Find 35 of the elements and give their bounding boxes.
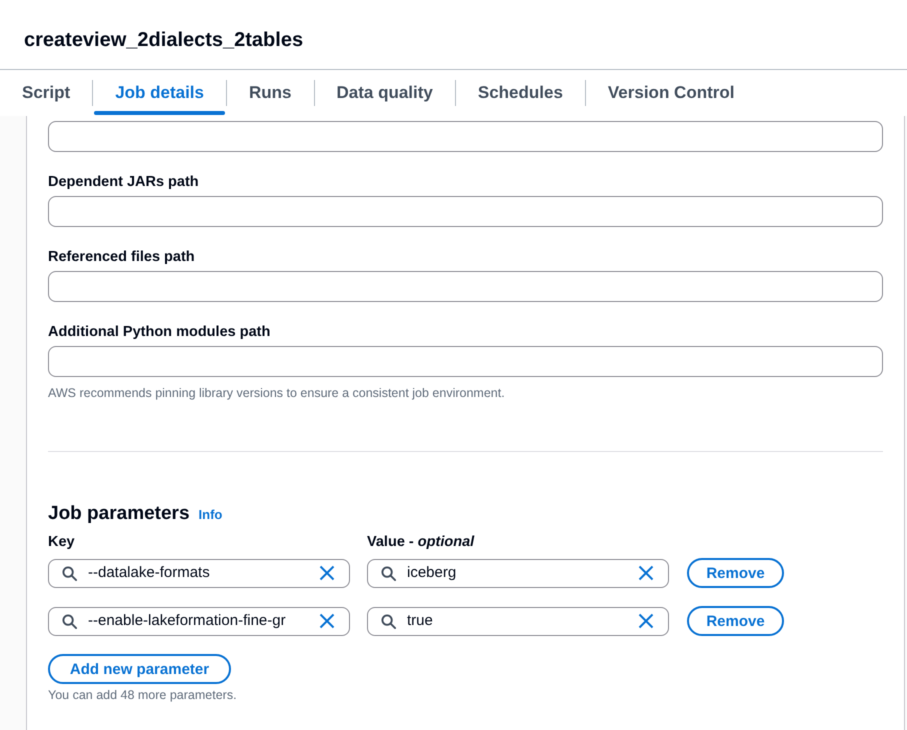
field-label: Dependent JARs path (48, 173, 200, 192)
key-input[interactable]: --enable-lakeformation-fine-gr (48, 606, 350, 636)
page-title: createview_2dialects_2tables (24, 28, 304, 53)
tab[interactable]: Job details (93, 70, 226, 116)
clear-icon[interactable] (319, 613, 335, 629)
text-input[interactable] (48, 121, 883, 152)
tab[interactable]: Runs (227, 70, 314, 116)
tab[interactable]: Version Control (586, 70, 756, 116)
value-input[interactable]: true (367, 606, 669, 636)
search-icon (62, 566, 77, 580)
field-label: Additional Python modules path (48, 323, 272, 342)
text-input[interactable] (48, 271, 883, 302)
search-icon (381, 566, 396, 580)
info-link[interactable]: Info (198, 507, 222, 522)
field-label: Referenced files path (48, 248, 196, 267)
column-label: Key (48, 533, 76, 552)
section-heading: Job parameters (48, 502, 190, 526)
text-input[interactable] (48, 346, 883, 377)
remove-button[interactable]: Remove (687, 558, 784, 588)
help-text: AWS recommends pinning library versions to ensure a consistent job environment. (48, 385, 506, 401)
tab[interactable]: Data quality (314, 70, 455, 116)
help-text: You can add 48 more parameters. (48, 687, 238, 703)
value-input[interactable]: iceberg (367, 558, 669, 588)
tab[interactable]: Script (0, 70, 92, 116)
search-icon (381, 614, 396, 628)
column-label: Value - optional (367, 533, 476, 552)
clear-icon[interactable] (638, 565, 654, 581)
key-input[interactable]: --datalake-formats (48, 558, 350, 588)
text-input[interactable] (48, 196, 883, 227)
clear-icon[interactable] (319, 565, 335, 581)
remove-button[interactable]: Remove (687, 606, 784, 636)
search-icon (62, 614, 77, 628)
clear-icon[interactable] (638, 613, 654, 629)
tab[interactable]: Schedules (456, 70, 585, 116)
add-parameter-button[interactable]: Add new parameter (48, 654, 231, 684)
